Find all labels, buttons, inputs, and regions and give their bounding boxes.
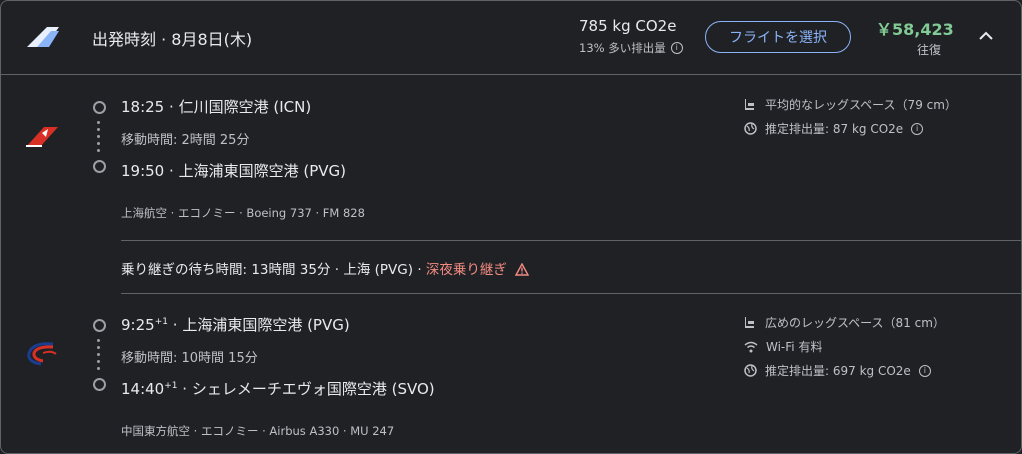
legroom-amenity: 広めのレッグスペース（81 cm） [744, 314, 945, 331]
divider [121, 293, 1021, 294]
next-day-marker: +1 [164, 381, 178, 391]
chevron-up-icon[interactable] [977, 27, 995, 45]
departure-airport: 仁川国際空港 (ICN) [178, 98, 312, 116]
co2-total: 785 kg CO2e [579, 17, 677, 35]
departure-time: 9:25 [121, 316, 155, 334]
departure-airport: 上海浦東国際空港 (PVG) [182, 316, 350, 334]
emissions-amenity: 推定排出量: 697 kg CO2e i [744, 362, 931, 379]
co2-comparison: 13% 多い排出量 i [579, 40, 683, 56]
legroom-amenity: 平均的なレッグスペース（79 cm） [744, 96, 957, 113]
china-eastern-logo-icon [27, 342, 57, 366]
departure-dot [93, 319, 106, 332]
warning-icon [515, 262, 530, 276]
wifi-icon [744, 341, 758, 352]
departure-dot [93, 101, 106, 114]
flight-detail-card: 出発時刻 · 8月8日(木) 785 kg CO2e 13% 多い排出量 i フ… [0, 0, 1022, 454]
departure-line: 9:25+1 · 上海浦東国際空港 (PVG) [121, 314, 350, 335]
timeline-connector [97, 121, 100, 156]
separator-dot: · [182, 380, 188, 398]
separator-dot: · [172, 316, 178, 334]
legroom-label: 広めのレッグスペース（81 cm） [765, 316, 945, 330]
separator-dot: · [169, 162, 174, 180]
departure-time: 18:25 [121, 98, 165, 116]
departure-title: 出発時刻 · 8月8日(木) [92, 30, 253, 49]
co2-comparison-label: 13% 多い排出量 [579, 41, 666, 55]
next-day-marker: +1 [154, 317, 168, 327]
info-icon[interactable]: i [918, 364, 931, 377]
arrival-dot [93, 160, 106, 173]
emissions-label: 推定排出量: 697 kg CO2e [765, 364, 911, 378]
seat-icon [745, 99, 754, 110]
info-icon[interactable]: i [911, 122, 924, 135]
trip-type: 往復 [917, 43, 942, 57]
info-icon[interactable]: i [670, 42, 683, 54]
wifi-label: Wi-Fi 有料 [766, 340, 823, 354]
arrival-line: 14:40+1 · シェレメーチエヴォ国際空港 (SVO) [121, 378, 435, 399]
travel-duration: 移動時間: 10時間 15分 [121, 351, 258, 366]
seat-icon [745, 317, 754, 328]
select-flight-button[interactable]: フライトを選択 [705, 21, 851, 53]
divider [121, 240, 1021, 241]
arrival-time: 19:50 [121, 162, 165, 180]
timeline-connector [97, 339, 100, 374]
arrival-time: 14:40 [121, 380, 165, 398]
arrival-line: 19:50 · 上海浦東国際空港 (PVG) [121, 160, 346, 181]
globe-icon [744, 122, 757, 135]
flight-details: 上海航空 · エコノミー · Boeing 737 · FM 828 [121, 206, 365, 220]
price: ￥58,423 [876, 20, 954, 39]
flight-details: 中国東方航空 · エコノミー · Airbus A330 · MU 247 [121, 424, 395, 438]
layover-text: 乗り継ぎの待ち時間: 13時間 35分 · 上海 (PVG) · [121, 262, 426, 278]
separator-dot: · [169, 98, 174, 116]
wifi-amenity: Wi-Fi 有料 [744, 338, 822, 355]
arrival-airport: シェレメーチエヴォ国際空港 (SVO) [191, 380, 435, 398]
departure-line: 18:25 · 仁川国際空港 (ICN) [121, 96, 311, 117]
emissions-label: 推定排出量: 87 kg CO2e [765, 122, 904, 136]
arrival-dot [93, 378, 106, 391]
emissions-amenity: 推定排出量: 87 kg CO2e i [744, 120, 924, 137]
airline-tail-logo-icon [27, 27, 59, 47]
legroom-label: 平均的なレッグスペース（79 cm） [765, 98, 957, 112]
globe-icon [744, 364, 757, 377]
overnight-warning: 深夜乗り継ぎ [425, 262, 507, 278]
arrival-airport: 上海浦東国際空港 (PVG) [178, 162, 346, 180]
travel-duration: 移動時間: 2時間 25分 [121, 133, 250, 148]
layover-info: 乗り継ぎの待ち時間: 13時間 35分 · 上海 (PVG) · 深夜乗り継ぎ [121, 258, 530, 278]
flight-header[interactable]: 出発時刻 · 8月8日(木) 785 kg CO2e 13% 多い排出量 i フ… [1, 1, 1021, 75]
shanghai-airlines-logo-icon [26, 127, 58, 147]
